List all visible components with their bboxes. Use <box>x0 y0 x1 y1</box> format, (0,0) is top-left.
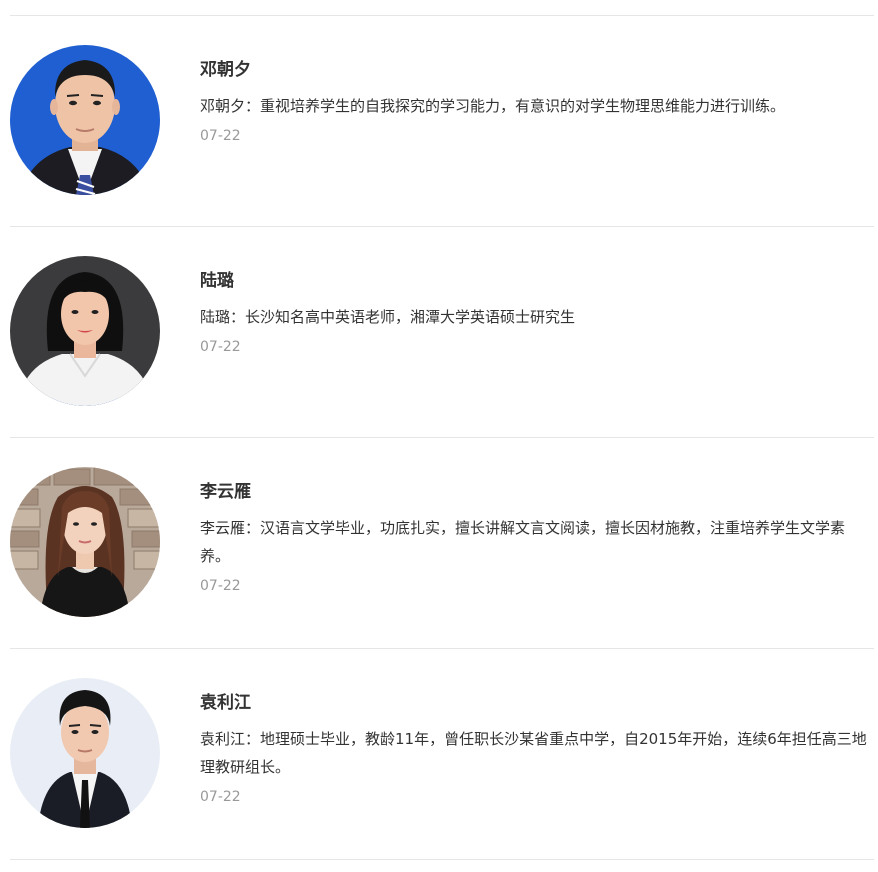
teacher-avatar[interactable] <box>10 678 160 828</box>
avatar-image <box>10 256 160 406</box>
teacher-name[interactable]: 陆璐 <box>200 269 234 293</box>
teacher-name[interactable]: 邓朝夕 <box>200 58 251 82</box>
post-date: 07-22 <box>200 789 241 805</box>
teacher-card[interactable]: 陆璐 陆璐：长沙知名高中英语老师，湘潭大学英语硕士研究生 07-22 <box>0 227 878 438</box>
teacher-description: 邓朝夕：重视培养学生的自我探究的学习能力，有意识的对学生物理思维能力进行训练。 <box>200 97 786 115</box>
teacher-description: 李云雁：汉语言文学毕业，功底扎实，擅长讲解文言文阅读，擅长因材施教，注重培养学生… <box>200 519 846 565</box>
teacher-avatar[interactable] <box>10 256 160 406</box>
avatar-image <box>10 678 160 828</box>
teacher-card[interactable]: 李云雁 李云雁：汉语言文学毕业，功底扎实，擅长讲解文言文阅读，擅长因材施教，注重… <box>0 438 878 649</box>
teacher-name[interactable]: 袁利江 <box>200 691 251 715</box>
teacher-avatar[interactable] <box>10 467 160 617</box>
post-date: 07-22 <box>200 128 241 144</box>
teacher-card[interactable]: 袁利江 袁利江：地理硕士毕业，教龄11年，曾任职长沙某省重点中学，自2015年开… <box>0 649 878 860</box>
post-date: 07-22 <box>200 578 241 594</box>
teacher-description: 陆璐：长沙知名高中英语老师，湘潭大学英语硕士研究生 <box>200 308 576 326</box>
teacher-name[interactable]: 李云雁 <box>200 480 251 504</box>
divider <box>10 859 874 860</box>
teacher-description: 袁利江：地理硕士毕业，教龄11年，曾任职长沙某省重点中学，自2015年开始，连续… <box>200 730 867 776</box>
teacher-avatar[interactable] <box>10 45 160 195</box>
avatar-image <box>10 45 160 195</box>
avatar-image <box>10 467 160 617</box>
teacher-card[interactable]: 邓朝夕 邓朝夕：重视培养学生的自我探究的学习能力，有意识的对学生物理思维能力进行… <box>0 16 878 227</box>
post-date: 07-22 <box>200 339 241 355</box>
